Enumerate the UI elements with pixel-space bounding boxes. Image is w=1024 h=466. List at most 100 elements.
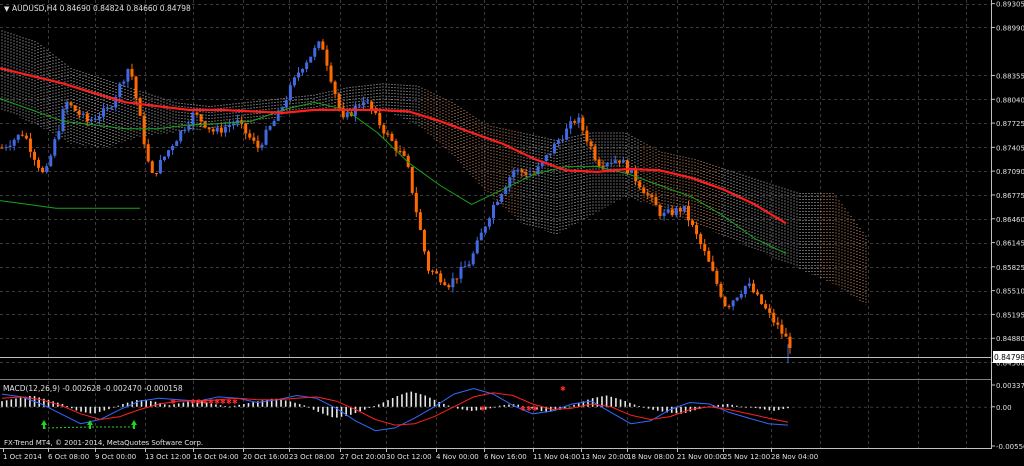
candle-body [548, 153, 552, 155]
candle-body [699, 234, 703, 245]
candle-body [398, 150, 402, 152]
macd-bar [108, 406, 110, 410]
candle-body [435, 271, 439, 274]
macd-bar [443, 403, 445, 407]
macd-bar [252, 402, 254, 407]
candle-body [199, 114, 203, 122]
candle-body [207, 127, 211, 130]
time-tick-label: 4 Nov 00:00 [436, 453, 479, 461]
candle-body [32, 151, 36, 160]
macd-bar [615, 398, 617, 407]
macd-bar [224, 406, 227, 407]
candle-body [69, 102, 73, 106]
candle-body [426, 251, 430, 271]
candle-body [520, 169, 524, 173]
macd-bar [503, 405, 506, 407]
candle-body [0, 147, 4, 149]
candle-body [37, 159, 41, 168]
symbol-info: AUDUSD,H4 0.84690 0.84824 0.84660 0.8479… [12, 4, 191, 13]
macd-bar [66, 406, 68, 407]
candle-body [556, 140, 560, 144]
price-tick-label: 0.88990 [996, 24, 1024, 32]
candle-body [723, 296, 727, 307]
candle-body [301, 69, 305, 73]
candle-body [544, 154, 548, 162]
candle-body [719, 283, 723, 297]
candle-body [589, 141, 593, 147]
macd-bar [754, 406, 757, 408]
chart-canvas[interactable]: 0.89305 0.88990 0.88355 0.88040 0.87725 0.874… [0, 0, 1024, 462]
candle-body [593, 146, 597, 160]
candle-body [118, 83, 122, 98]
macd-bar [243, 403, 245, 407]
price-tick-label: 0.87405 [996, 144, 1024, 152]
time-tick-label: 28 Nov 04:00 [771, 453, 818, 461]
candle-body [500, 194, 504, 202]
candle-body [28, 138, 32, 152]
candle-body [707, 251, 711, 262]
macd-bar [447, 405, 450, 407]
macd-bar [229, 406, 231, 408]
candle-body [662, 212, 666, 216]
macd-bar [610, 396, 613, 407]
candle-body [305, 62, 309, 70]
sell-star-icon: ✱ [560, 385, 566, 393]
candle-body [743, 285, 747, 295]
candle-body [57, 131, 61, 140]
macd-bar [647, 406, 650, 409]
macd-bar [461, 406, 464, 410]
macd-tick-label: 0.00 [996, 404, 1012, 412]
candle-body [4, 147, 8, 149]
candle-body [731, 300, 735, 307]
candle-body [211, 129, 215, 132]
macd-bar [154, 401, 157, 407]
macd-bar [163, 404, 166, 407]
candle-body [573, 121, 577, 123]
candle-body [646, 193, 650, 195]
macd-bar [94, 406, 96, 414]
macd-info: MACD(12,26,9) -0.002628 -0.002470 -0.000… [3, 384, 183, 393]
candle-body [760, 294, 764, 305]
candle-body [223, 127, 227, 133]
candle-body [756, 292, 760, 295]
macd-bar [98, 406, 101, 412]
candle-body [158, 160, 162, 174]
price-tick-label: 0.87725 [996, 120, 1024, 128]
macd-bar [359, 406, 361, 412]
macd-bar [726, 403, 729, 407]
candle-body [268, 126, 272, 130]
price-tick-label: 0.88040 [996, 96, 1024, 104]
macd-bar [5, 400, 8, 407]
macd-bar [633, 404, 636, 407]
candle-body [666, 209, 670, 213]
macd-bar [745, 406, 747, 408]
macd-bar [70, 406, 73, 409]
time-tick-label: 9 Oct 00:00 [95, 453, 136, 461]
candle-body [516, 169, 520, 171]
macd-bar [52, 401, 54, 407]
chart-window[interactable]: 0.89305 0.88990 0.88355 0.88040 0.87725 0.874… [0, 0, 1024, 462]
macd-bar [717, 404, 720, 407]
time-tick-label: 1 Oct 2014 [3, 453, 42, 461]
macd-bar [84, 406, 87, 413]
time-tick-label: 16 Oct 04:00 [193, 453, 239, 461]
candle-body [134, 76, 138, 99]
candle-body [313, 47, 317, 57]
candle-body [524, 172, 528, 175]
time-tick-label: 30 Oct 12:00 [386, 453, 432, 461]
macd-bar [117, 405, 120, 407]
candle-body [345, 112, 349, 118]
chart-menu-icon[interactable]: ▼ [4, 5, 10, 13]
macd-bar [498, 405, 501, 407]
candle-body [691, 220, 695, 225]
macd-bar [112, 406, 115, 408]
candle-body [491, 204, 495, 219]
macd-bar [1, 401, 3, 407]
candle-body [569, 121, 573, 129]
candle-body [613, 160, 617, 163]
candle-body [621, 160, 625, 163]
macd-bar [382, 402, 385, 407]
candle-body [788, 336, 792, 348]
macd-bar [308, 406, 310, 408]
candle-body [215, 127, 219, 132]
